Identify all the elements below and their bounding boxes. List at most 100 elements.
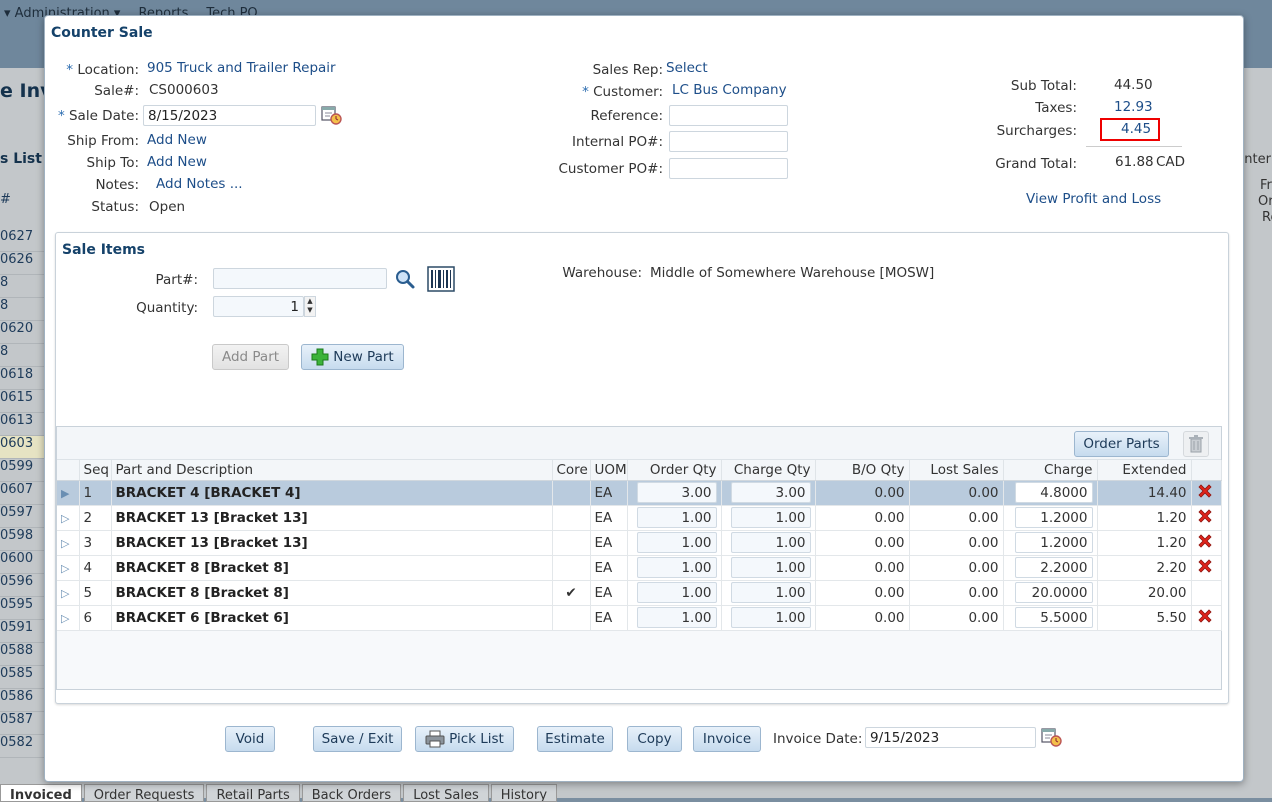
delete-icon[interactable] — [1196, 607, 1214, 625]
location-link[interactable]: 905 Truck and Trailer Repair — [147, 60, 336, 76]
tab-lost-sales[interactable]: Lost Sales — [403, 784, 489, 802]
background-list-item[interactable]: 0587 — [0, 712, 44, 735]
cell-delete[interactable] — [1191, 480, 1222, 506]
cell-charge-qty[interactable]: 1.00 — [721, 605, 816, 631]
row-expander[interactable]: ▷ — [57, 580, 80, 606]
tab-invoiced[interactable]: Invoiced — [0, 784, 82, 802]
taxes-link[interactable]: 12.93 — [1114, 99, 1153, 115]
save-exit-button[interactable]: Save / Exit — [313, 726, 402, 752]
reference-input[interactable] — [669, 105, 788, 126]
table-row[interactable]: ▷ 4 BRACKET 8 [Bracket 8] EA 1.00 1.00 0.00 0.0… — [57, 555, 1222, 581]
void-button[interactable]: Void — [225, 726, 275, 752]
charge-input[interactable]: 5.5000 — [1014, 607, 1093, 628]
col-order-qty[interactable]: Order Qty — [627, 460, 722, 481]
background-list-item[interactable]: 0586 — [0, 689, 44, 712]
background-list-item[interactable]: 0600 — [0, 551, 44, 574]
col-core[interactable]: Core — [552, 460, 591, 481]
cell-charge-qty[interactable]: 1.00 — [721, 530, 816, 556]
charge-qty-input[interactable]: 1.00 — [730, 557, 811, 578]
cell-charge-qty[interactable]: 1.00 — [721, 580, 816, 606]
charge-input[interactable]: 4.8000 — [1014, 482, 1093, 503]
quantity-spin-buttons[interactable]: ▲ ▼ — [304, 296, 316, 317]
tab-history[interactable]: History — [490, 784, 558, 802]
add-notes-link[interactable]: Add Notes ... — [156, 176, 243, 192]
customer-po-input[interactable] — [669, 158, 788, 179]
sales-rep-select-link[interactable]: Select — [666, 60, 708, 76]
background-list-item[interactable]: 0585 — [0, 666, 44, 689]
cell-order-qty[interactable]: 3.00 — [627, 480, 722, 506]
background-list-item[interactable]: 0626 — [0, 252, 44, 275]
table-row[interactable]: ▶ 1 BRACKET 4 [BRACKET 4] EA 3.00 3.00 0.00 0.0… — [57, 480, 1222, 506]
background-list-item[interactable]: 0620 — [0, 321, 44, 344]
cell-charge[interactable]: 20.0000 — [1003, 580, 1098, 606]
expand-arrow-icon[interactable]: ▷ — [61, 612, 69, 625]
cell-order-qty[interactable]: 1.00 — [627, 530, 722, 556]
col-charge[interactable]: Charge — [1003, 460, 1098, 481]
order-qty-input[interactable]: 1.00 — [636, 532, 717, 553]
expand-arrow-icon[interactable]: ▶ — [61, 487, 69, 500]
cell-charge[interactable]: 1.2000 — [1003, 505, 1098, 531]
cell-order-qty[interactable]: 1.00 — [627, 555, 722, 581]
cell-charge[interactable]: 4.8000 — [1003, 480, 1098, 506]
calendar-icon[interactable] — [321, 105, 343, 125]
charge-qty-input[interactable]: 1.00 — [730, 607, 811, 628]
charge-qty-input[interactable]: 3.00 — [730, 482, 811, 503]
charge-input[interactable]: 20.0000 — [1014, 582, 1093, 603]
col-uom[interactable]: UOM — [590, 460, 628, 481]
cell-delete[interactable] — [1191, 555, 1222, 581]
row-expander[interactable]: ▷ — [57, 505, 80, 531]
background-list-item[interactable]: 0627 — [0, 229, 44, 252]
cell-charge-qty[interactable]: 1.00 — [721, 505, 816, 531]
cell-charge[interactable]: 5.5000 — [1003, 605, 1098, 631]
table-row[interactable]: ▷ 5 BRACKET 8 [Bracket 8] ✔ EA 1.00 1.00 0.00 0.… — [57, 580, 1222, 606]
expand-arrow-icon[interactable]: ▷ — [61, 587, 69, 600]
col-bo-qty[interactable]: B/O Qty — [815, 460, 910, 481]
cell-charge-qty[interactable]: 1.00 — [721, 555, 816, 581]
cell-order-qty[interactable]: 1.00 — [627, 605, 722, 631]
tab-retail-parts[interactable]: Retail Parts — [206, 784, 300, 802]
charge-input[interactable]: 1.2000 — [1014, 532, 1093, 553]
col-lost-sales[interactable]: Lost Sales — [909, 460, 1004, 481]
estimate-button[interactable]: Estimate — [537, 726, 613, 752]
tab-back-orders[interactable]: Back Orders — [301, 784, 402, 802]
background-list-item[interactable]: 0618 — [0, 367, 44, 390]
view-profit-loss-link[interactable]: View Profit and Loss — [1026, 191, 1161, 207]
background-list-item[interactable]: 0598 — [0, 528, 44, 551]
col-part-description[interactable]: Part and Description — [111, 460, 553, 481]
sale-date-input[interactable] — [143, 105, 316, 126]
order-qty-input[interactable]: 1.00 — [636, 557, 717, 578]
order-qty-input[interactable]: 1.00 — [636, 607, 717, 628]
row-expander[interactable]: ▷ — [57, 530, 80, 556]
background-list-item[interactable]: 0582 — [0, 735, 44, 758]
col-extended[interactable]: Extended — [1097, 460, 1192, 481]
charge-qty-input[interactable]: 1.00 — [730, 582, 811, 603]
delete-icon[interactable] — [1196, 507, 1214, 525]
table-row[interactable]: ▷ 3 BRACKET 13 [Bracket 13] EA 1.00 1.00 0.00 0… — [57, 530, 1222, 556]
cell-delete[interactable] — [1191, 505, 1222, 531]
cell-charge-qty[interactable]: 3.00 — [721, 480, 816, 506]
pick-list-button[interactable]: Pick List — [415, 726, 514, 752]
background-list-item[interactable]: 0597 — [0, 505, 44, 528]
charge-qty-input[interactable]: 1.00 — [730, 507, 811, 528]
cell-delete[interactable] — [1191, 530, 1222, 556]
order-qty-input[interactable]: 3.00 — [636, 482, 717, 503]
cell-order-qty[interactable]: 1.00 — [627, 505, 722, 531]
new-part-button[interactable]: New Part — [301, 344, 404, 370]
background-list-item[interactable]: 8 — [0, 344, 44, 367]
expand-arrow-icon[interactable]: ▷ — [61, 512, 69, 525]
cell-delete[interactable] — [1191, 605, 1222, 631]
quantity-input[interactable] — [213, 296, 304, 317]
charge-qty-input[interactable]: 1.00 — [730, 532, 811, 553]
background-list-item[interactable]: 0599 — [0, 459, 44, 482]
cell-charge[interactable]: 1.2000 — [1003, 530, 1098, 556]
part-number-input[interactable] — [213, 268, 387, 289]
barcode-scan-icon[interactable] — [427, 266, 455, 292]
background-list-item[interactable]: 0607 — [0, 482, 44, 505]
invoice-date-input[interactable] — [865, 727, 1036, 748]
expand-arrow-icon[interactable]: ▷ — [61, 562, 69, 575]
quantity-stepper[interactable]: ▲▼ — [213, 296, 317, 317]
invoice-button[interactable]: Invoice — [693, 726, 761, 752]
background-list-item[interactable]: 0588 — [0, 643, 44, 666]
background-list-item[interactable]: 8 — [0, 275, 44, 298]
background-list-item[interactable]: 0595 — [0, 597, 44, 620]
